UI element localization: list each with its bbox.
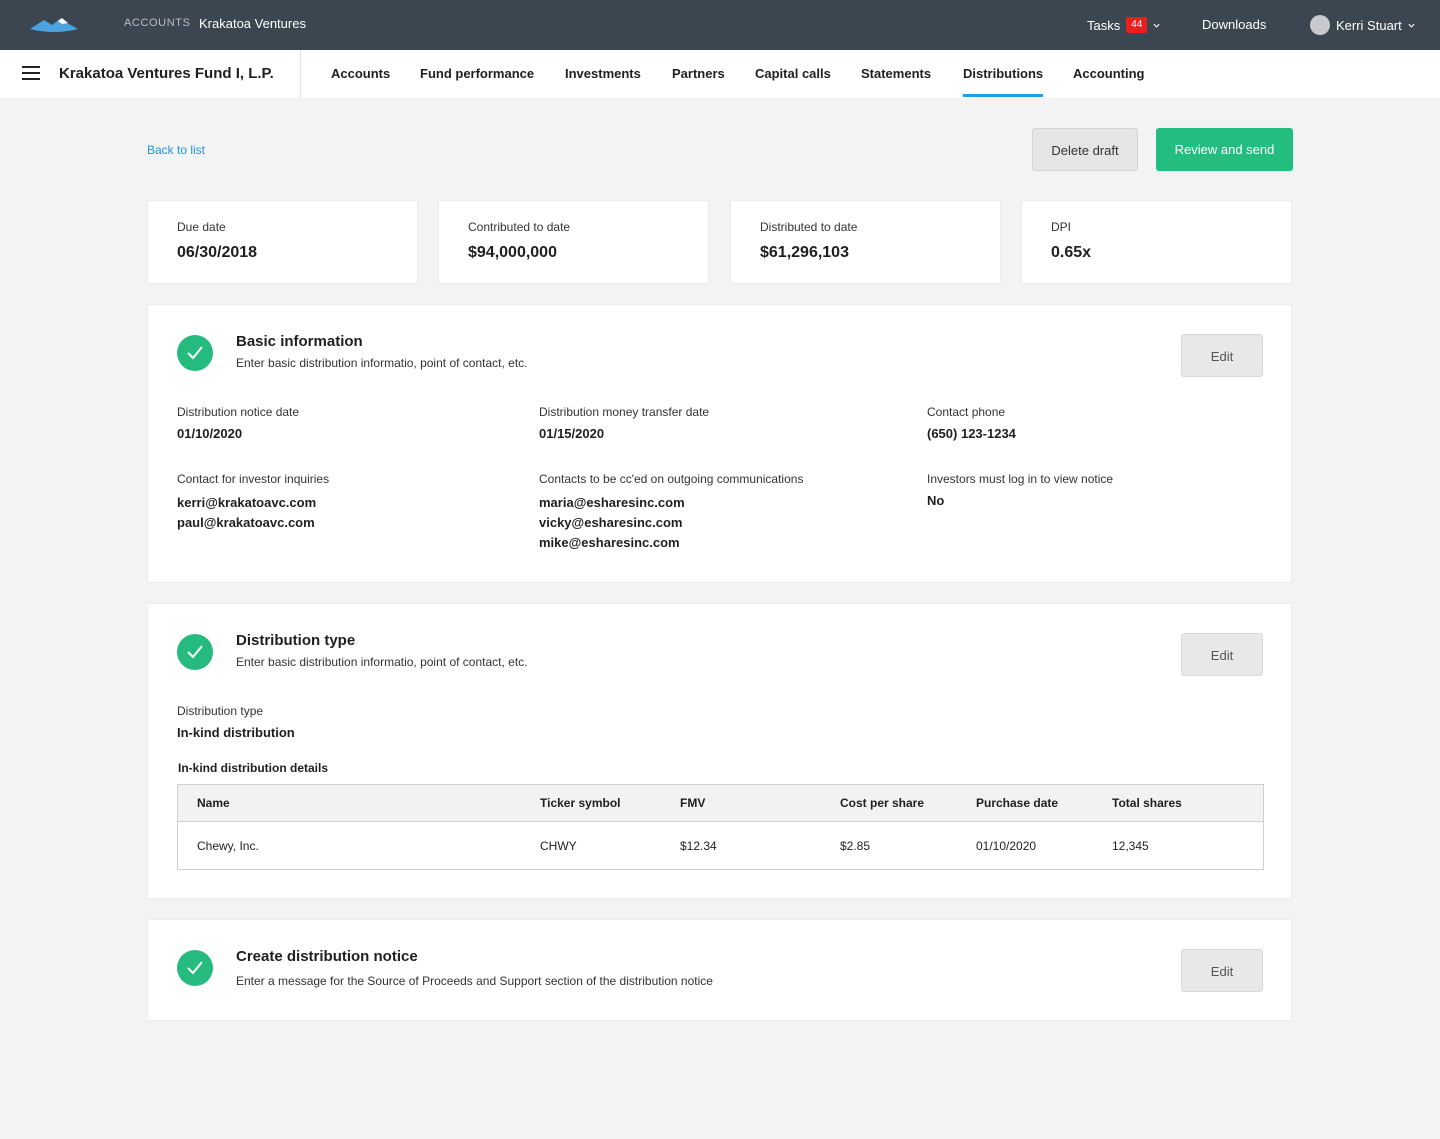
table-cell: Chewy, Inc. <box>197 839 259 853</box>
column-header: Total shares <box>1112 796 1182 810</box>
field-label: Distribution money transfer date <box>539 405 710 419</box>
back-to-list-link[interactable]: Back to list <box>147 143 205 157</box>
delete-draft-button[interactable]: Delete draft <box>1032 128 1138 171</box>
section-subtitle: Enter basic distribution informatio, poi… <box>236 356 528 370</box>
tasks-label: Tasks <box>1087 17 1121 33</box>
stat-label: Due date <box>177 220 226 234</box>
in-kind-details-table: Name Ticker symbol FMV Cost per share Pu… <box>177 784 1264 870</box>
stat-value: $94,000,000 <box>468 244 557 261</box>
notice-date-value: 01/10/2020 <box>177 426 243 441</box>
field-label: Investors must log in to view notice <box>927 472 1114 486</box>
stat-card-dpi: DPI 0.65x <box>1021 200 1292 284</box>
field-label: Distribution notice date <box>177 405 300 419</box>
table-header: Name Ticker symbol FMV Cost per share Pu… <box>178 785 1263 822</box>
stat-value: $61,296,103 <box>760 244 849 261</box>
edit-basic-info-button[interactable]: Edit <box>1181 334 1263 377</box>
chevron-down-icon <box>1153 23 1160 28</box>
distribution-type-value: In-kind distribution <box>177 725 295 740</box>
nav-divider <box>300 50 301 98</box>
user-name: Kerri Stuart <box>1336 17 1402 33</box>
field-label: Contact for investor inquiries <box>177 472 330 486</box>
downloads-link[interactable]: Downloads <box>1202 17 1266 32</box>
distribution-type-section: Distribution type Enter basic distributi… <box>147 603 1292 899</box>
stat-value: 06/30/2018 <box>177 244 258 261</box>
breadcrumb-account[interactable]: Krakatoa Ventures <box>199 16 306 31</box>
contact-phone-value: (650) 123-1234 <box>927 426 1016 441</box>
field-label: Contact phone <box>927 405 1006 419</box>
table-title: In-kind distribution details <box>178 761 328 775</box>
tab-accounting[interactable]: Accounting <box>1073 66 1145 81</box>
tab-partners[interactable]: Partners <box>672 66 725 81</box>
stat-label: Distributed to date <box>760 220 858 234</box>
stat-value: 0.65x <box>1051 244 1092 261</box>
avatar <box>1310 15 1330 35</box>
section-subtitle: Enter basic distribution informatio, poi… <box>236 655 528 669</box>
tasks-menu[interactable]: Tasks 44 <box>1087 17 1161 33</box>
edit-distribution-type-button[interactable]: Edit <box>1181 633 1263 676</box>
tab-investments[interactable]: Investments <box>565 66 641 81</box>
section-title: Create distribution notice <box>236 948 418 965</box>
table-cell: 01/10/2020 <box>976 839 1037 853</box>
tab-distributions[interactable]: Distributions <box>963 66 1043 81</box>
section-title: Distribution type <box>236 632 356 649</box>
tab-capital-calls[interactable]: Capital calls <box>755 66 831 81</box>
user-menu[interactable]: Kerri Stuart <box>1310 15 1416 35</box>
section-title: Basic information <box>236 333 363 350</box>
transfer-date-value: 01/15/2020 <box>539 426 605 441</box>
tab-fund-performance[interactable]: Fund performance <box>420 66 534 81</box>
column-header: FMV <box>680 796 706 810</box>
column-header: Cost per share <box>840 796 925 810</box>
active-tab-indicator <box>963 94 1043 97</box>
cc-email: mike@esharesinc.com <box>539 535 680 550</box>
check-circle-icon <box>177 634 213 670</box>
field-label: Distribution type <box>177 704 264 718</box>
table-cell: 12,345 <box>1112 839 1149 853</box>
review-and-send-button[interactable]: Review and send <box>1156 128 1293 171</box>
breadcrumb-section[interactable]: ACCOUNTS <box>124 17 191 29</box>
stat-label: DPI <box>1051 220 1072 234</box>
tab-accounts[interactable]: Accounts <box>331 66 390 81</box>
edit-notice-button[interactable]: Edit <box>1181 949 1263 992</box>
fund-nav: Krakatoa Ventures Fund I, L.P. Accounts … <box>0 50 1440 98</box>
stat-card-distributed: Distributed to date $61,296,103 <box>730 200 1001 284</box>
chevron-down-icon <box>1408 23 1415 28</box>
check-circle-icon <box>177 950 213 986</box>
stat-card-contributed: Contributed to date $94,000,000 <box>438 200 709 284</box>
krakatoa-logo[interactable] <box>28 15 80 35</box>
section-subtitle: Enter a message for the Source of Procee… <box>236 974 713 988</box>
cc-email: vicky@esharesinc.com <box>539 515 683 530</box>
table-cell: $12.34 <box>680 839 717 853</box>
top-bar: ACCOUNTS Krakatoa Ventures Tasks 44 Down… <box>0 0 1440 50</box>
field-label: Contacts to be cc'ed on outgoing communi… <box>539 472 804 486</box>
cc-email: maria@esharesinc.com <box>539 495 685 510</box>
column-header: Ticker symbol <box>540 796 621 810</box>
stat-label: Contributed to date <box>468 220 571 234</box>
login-required-value: No <box>927 493 945 508</box>
tab-statements[interactable]: Statements <box>861 66 931 81</box>
stat-card-due-date: Due date 06/30/2018 <box>147 200 418 284</box>
basic-information-section: Basic information Enter basic distributi… <box>147 304 1292 583</box>
table-cell: CHWY <box>540 839 577 853</box>
inquiry-email: paul@krakatoavc.com <box>177 515 315 530</box>
column-header: Purchase date <box>976 796 1059 810</box>
distribution-notice-section: Create distribution notice Enter a messa… <box>147 919 1292 1021</box>
hamburger-menu-icon[interactable] <box>22 66 40 80</box>
check-circle-icon <box>177 335 213 371</box>
tasks-count-badge: 44 <box>1126 17 1148 33</box>
table-cell: $2.85 <box>840 839 871 853</box>
column-header: Name <box>197 796 230 810</box>
inquiry-email: kerri@krakatoavc.com <box>177 495 317 510</box>
fund-title: Krakatoa Ventures Fund I, L.P. <box>59 65 274 82</box>
